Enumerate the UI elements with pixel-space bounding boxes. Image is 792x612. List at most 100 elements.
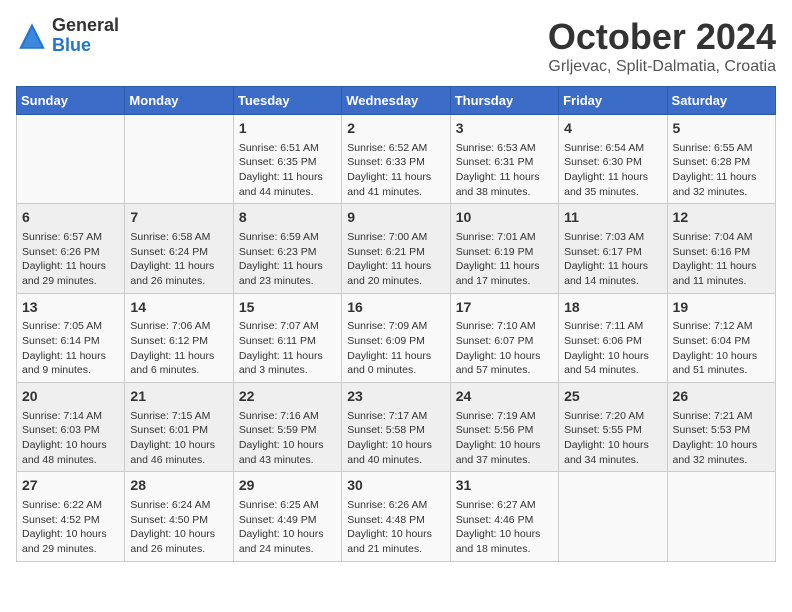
calendar-cell: 23Sunrise: 7:17 AM Sunset: 5:58 PM Dayli… bbox=[342, 383, 450, 472]
day-number: 11 bbox=[564, 208, 661, 228]
day-number: 1 bbox=[239, 119, 336, 139]
day-number: 21 bbox=[130, 387, 227, 407]
day-number: 5 bbox=[673, 119, 770, 139]
calendar-cell bbox=[667, 472, 775, 561]
calendar-cell: 8Sunrise: 6:59 AM Sunset: 6:23 PM Daylig… bbox=[233, 204, 341, 293]
cell-content: Sunrise: 6:58 AM Sunset: 6:24 PM Dayligh… bbox=[130, 230, 227, 289]
cell-content: Sunrise: 7:09 AM Sunset: 6:09 PM Dayligh… bbox=[347, 319, 444, 378]
day-number: 22 bbox=[239, 387, 336, 407]
cell-content: Sunrise: 6:24 AM Sunset: 4:50 PM Dayligh… bbox=[130, 498, 227, 557]
header-wednesday: Wednesday bbox=[342, 87, 450, 115]
calendar-cell: 30Sunrise: 6:26 AM Sunset: 4:48 PM Dayli… bbox=[342, 472, 450, 561]
calendar-cell: 18Sunrise: 7:11 AM Sunset: 6:06 PM Dayli… bbox=[559, 293, 667, 382]
day-number: 13 bbox=[22, 298, 119, 318]
week-row-1: 1Sunrise: 6:51 AM Sunset: 6:35 PM Daylig… bbox=[17, 115, 776, 204]
day-number: 17 bbox=[456, 298, 553, 318]
cell-content: Sunrise: 7:07 AM Sunset: 6:11 PM Dayligh… bbox=[239, 319, 336, 378]
day-number: 18 bbox=[564, 298, 661, 318]
cell-content: Sunrise: 7:20 AM Sunset: 5:55 PM Dayligh… bbox=[564, 409, 661, 468]
logo-blue: Blue bbox=[52, 36, 119, 56]
calendar-table: SundayMondayTuesdayWednesdayThursdayFrid… bbox=[16, 86, 776, 562]
calendar-cell: 14Sunrise: 7:06 AM Sunset: 6:12 PM Dayli… bbox=[125, 293, 233, 382]
cell-content: Sunrise: 6:25 AM Sunset: 4:49 PM Dayligh… bbox=[239, 498, 336, 557]
cell-content: Sunrise: 7:21 AM Sunset: 5:53 PM Dayligh… bbox=[673, 409, 770, 468]
calendar-cell: 6Sunrise: 6:57 AM Sunset: 6:26 PM Daylig… bbox=[17, 204, 125, 293]
calendar-cell: 4Sunrise: 6:54 AM Sunset: 6:30 PM Daylig… bbox=[559, 115, 667, 204]
calendar-cell: 27Sunrise: 6:22 AM Sunset: 4:52 PM Dayli… bbox=[17, 472, 125, 561]
cell-content: Sunrise: 7:15 AM Sunset: 6:01 PM Dayligh… bbox=[130, 409, 227, 468]
cell-content: Sunrise: 6:51 AM Sunset: 6:35 PM Dayligh… bbox=[239, 141, 336, 200]
day-number: 8 bbox=[239, 208, 336, 228]
calendar-cell bbox=[125, 115, 233, 204]
cell-content: Sunrise: 6:57 AM Sunset: 6:26 PM Dayligh… bbox=[22, 230, 119, 289]
header-tuesday: Tuesday bbox=[233, 87, 341, 115]
day-number: 29 bbox=[239, 476, 336, 496]
cell-content: Sunrise: 6:53 AM Sunset: 6:31 PM Dayligh… bbox=[456, 141, 553, 200]
cell-content: Sunrise: 7:01 AM Sunset: 6:19 PM Dayligh… bbox=[456, 230, 553, 289]
day-number: 20 bbox=[22, 387, 119, 407]
cell-content: Sunrise: 7:05 AM Sunset: 6:14 PM Dayligh… bbox=[22, 319, 119, 378]
cell-content: Sunrise: 7:19 AM Sunset: 5:56 PM Dayligh… bbox=[456, 409, 553, 468]
logo-text: General Blue bbox=[52, 16, 119, 56]
calendar-cell: 3Sunrise: 6:53 AM Sunset: 6:31 PM Daylig… bbox=[450, 115, 558, 204]
day-number: 25 bbox=[564, 387, 661, 407]
day-number: 24 bbox=[456, 387, 553, 407]
calendar-header: SundayMondayTuesdayWednesdayThursdayFrid… bbox=[17, 87, 776, 115]
cell-content: Sunrise: 6:52 AM Sunset: 6:33 PM Dayligh… bbox=[347, 141, 444, 200]
day-number: 9 bbox=[347, 208, 444, 228]
day-number: 16 bbox=[347, 298, 444, 318]
calendar-cell: 5Sunrise: 6:55 AM Sunset: 6:28 PM Daylig… bbox=[667, 115, 775, 204]
calendar-cell: 19Sunrise: 7:12 AM Sunset: 6:04 PM Dayli… bbox=[667, 293, 775, 382]
week-row-3: 13Sunrise: 7:05 AM Sunset: 6:14 PM Dayli… bbox=[17, 293, 776, 382]
calendar-cell bbox=[559, 472, 667, 561]
title-block: October 2024 Grljevac, Split-Dalmatia, C… bbox=[548, 16, 776, 76]
calendar-cell: 21Sunrise: 7:15 AM Sunset: 6:01 PM Dayli… bbox=[125, 383, 233, 472]
calendar-cell: 10Sunrise: 7:01 AM Sunset: 6:19 PM Dayli… bbox=[450, 204, 558, 293]
cell-content: Sunrise: 6:59 AM Sunset: 6:23 PM Dayligh… bbox=[239, 230, 336, 289]
page-header: General Blue October 2024 Grljevac, Spli… bbox=[16, 16, 776, 76]
week-row-4: 20Sunrise: 7:14 AM Sunset: 6:03 PM Dayli… bbox=[17, 383, 776, 472]
calendar-cell: 22Sunrise: 7:16 AM Sunset: 5:59 PM Dayli… bbox=[233, 383, 341, 472]
logo: General Blue bbox=[16, 16, 119, 56]
day-number: 30 bbox=[347, 476, 444, 496]
cell-content: Sunrise: 7:04 AM Sunset: 6:16 PM Dayligh… bbox=[673, 230, 770, 289]
header-thursday: Thursday bbox=[450, 87, 558, 115]
calendar-cell: 9Sunrise: 7:00 AM Sunset: 6:21 PM Daylig… bbox=[342, 204, 450, 293]
day-number: 3 bbox=[456, 119, 553, 139]
cell-content: Sunrise: 6:22 AM Sunset: 4:52 PM Dayligh… bbox=[22, 498, 119, 557]
day-number: 31 bbox=[456, 476, 553, 496]
cell-content: Sunrise: 7:00 AM Sunset: 6:21 PM Dayligh… bbox=[347, 230, 444, 289]
day-number: 12 bbox=[673, 208, 770, 228]
calendar-cell: 31Sunrise: 6:27 AM Sunset: 4:46 PM Dayli… bbox=[450, 472, 558, 561]
day-number: 14 bbox=[130, 298, 227, 318]
calendar-cell: 24Sunrise: 7:19 AM Sunset: 5:56 PM Dayli… bbox=[450, 383, 558, 472]
week-row-5: 27Sunrise: 6:22 AM Sunset: 4:52 PM Dayli… bbox=[17, 472, 776, 561]
calendar-cell: 29Sunrise: 6:25 AM Sunset: 4:49 PM Dayli… bbox=[233, 472, 341, 561]
day-number: 19 bbox=[673, 298, 770, 318]
header-friday: Friday bbox=[559, 87, 667, 115]
day-number: 4 bbox=[564, 119, 661, 139]
cell-content: Sunrise: 6:54 AM Sunset: 6:30 PM Dayligh… bbox=[564, 141, 661, 200]
cell-content: Sunrise: 7:12 AM Sunset: 6:04 PM Dayligh… bbox=[673, 319, 770, 378]
calendar-title: October 2024 bbox=[548, 16, 776, 58]
cell-content: Sunrise: 6:26 AM Sunset: 4:48 PM Dayligh… bbox=[347, 498, 444, 557]
calendar-body: 1Sunrise: 6:51 AM Sunset: 6:35 PM Daylig… bbox=[17, 115, 776, 562]
calendar-cell: 13Sunrise: 7:05 AM Sunset: 6:14 PM Dayli… bbox=[17, 293, 125, 382]
calendar-cell: 17Sunrise: 7:10 AM Sunset: 6:07 PM Dayli… bbox=[450, 293, 558, 382]
calendar-cell: 28Sunrise: 6:24 AM Sunset: 4:50 PM Dayli… bbox=[125, 472, 233, 561]
cell-content: Sunrise: 7:06 AM Sunset: 6:12 PM Dayligh… bbox=[130, 319, 227, 378]
day-number: 26 bbox=[673, 387, 770, 407]
header-monday: Monday bbox=[125, 87, 233, 115]
day-number: 27 bbox=[22, 476, 119, 496]
calendar-cell bbox=[17, 115, 125, 204]
calendar-cell: 7Sunrise: 6:58 AM Sunset: 6:24 PM Daylig… bbox=[125, 204, 233, 293]
cell-content: Sunrise: 7:16 AM Sunset: 5:59 PM Dayligh… bbox=[239, 409, 336, 468]
day-number: 15 bbox=[239, 298, 336, 318]
day-number: 6 bbox=[22, 208, 119, 228]
calendar-cell: 25Sunrise: 7:20 AM Sunset: 5:55 PM Dayli… bbox=[559, 383, 667, 472]
day-number: 2 bbox=[347, 119, 444, 139]
day-number: 23 bbox=[347, 387, 444, 407]
logo-icon bbox=[16, 20, 48, 52]
header-saturday: Saturday bbox=[667, 87, 775, 115]
calendar-cell: 1Sunrise: 6:51 AM Sunset: 6:35 PM Daylig… bbox=[233, 115, 341, 204]
